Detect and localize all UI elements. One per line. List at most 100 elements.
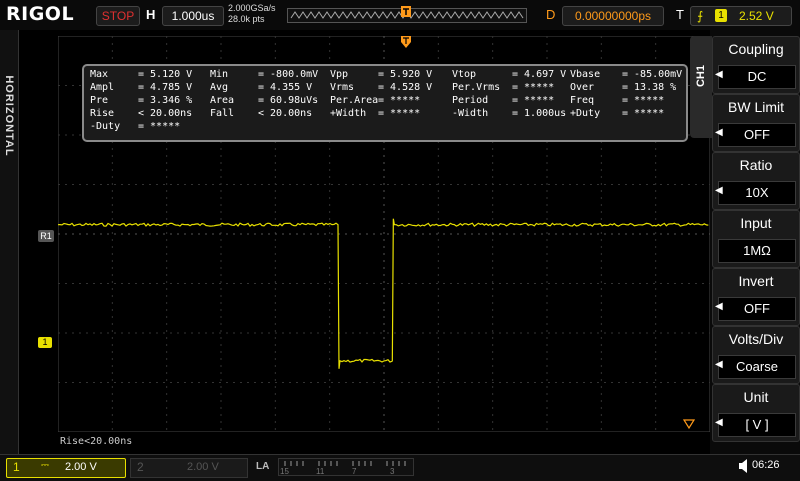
- measurement-label: +Duty: [570, 108, 601, 119]
- menu-item-value: 1MΩ: [718, 239, 796, 263]
- menu-item-input[interactable]: Input 1MΩ: [712, 210, 800, 268]
- measurement-label: Area: [210, 95, 235, 106]
- measurement-value: = 4.528 V: [378, 82, 433, 93]
- measurement-value: = *****: [512, 95, 555, 106]
- measurement-value: = -800.0mV: [258, 69, 319, 80]
- horizontal-timebase-value[interactable]: 1.000us: [162, 6, 224, 26]
- ch1-menu-tab-label: CH1: [695, 65, 707, 88]
- measurement-label: +Width: [330, 108, 367, 119]
- measurement-value: = 5.920 V: [378, 69, 433, 80]
- trigger-level: 2.52 V: [739, 9, 774, 23]
- clock: 06:26: [752, 459, 780, 471]
- trigger-settings[interactable]: ⨍ 1 2.52 V: [690, 6, 792, 26]
- ch2-scale-value: 2.00 V: [187, 461, 219, 473]
- measurement-label: Vbase: [570, 69, 601, 80]
- menu-knob-arrow-icon: ◀: [715, 301, 723, 312]
- measurement-value: < 20.00ns: [258, 108, 313, 119]
- menu-item-value: DC: [718, 65, 796, 89]
- sample-info: 2.000GSa/s 28.0k pts: [228, 3, 276, 25]
- delay-label: D: [546, 7, 556, 22]
- measurement-label: -Duty: [90, 121, 121, 132]
- la-digit: 15: [280, 467, 289, 476]
- menu-item-title: BW Limit: [728, 99, 784, 115]
- measurement-value: = *****: [622, 108, 665, 119]
- menu-knob-arrow-icon: ◀: [715, 185, 723, 196]
- run-stop-indicator[interactable]: STOP: [96, 6, 140, 26]
- menu-knob-arrow-icon: ◀: [715, 127, 723, 138]
- measurement-value: = 13.38 %: [622, 82, 677, 93]
- menu-item-title: Input: [740, 215, 772, 231]
- ch2-number: 2: [137, 460, 144, 474]
- measurement-label: Vrms: [330, 82, 355, 93]
- measurement-label: Over: [570, 82, 595, 93]
- measurement-value: = *****: [138, 121, 181, 132]
- ch1-ground-marker[interactable]: 1: [38, 337, 52, 348]
- measurement-value: = *****: [622, 95, 665, 106]
- menu-item-ratio[interactable]: Ratio 10X ◀: [712, 152, 800, 210]
- measurement-label: Per.Vrms: [452, 82, 501, 93]
- measurement-label: Avg: [210, 82, 229, 93]
- measurement-value: = 3.346 %: [138, 95, 193, 106]
- measurement-value: = 60.98uVs: [258, 95, 319, 106]
- horizontal-strip-label: HORIZONTAL: [3, 75, 15, 157]
- menu-item-unit[interactable]: Unit [ V ] ◀: [712, 384, 800, 442]
- delay-value[interactable]: 0.00000000ps: [562, 6, 664, 26]
- status-line: Rise<20.00ns: [60, 436, 133, 447]
- horizontal-menu-strip[interactable]: HORIZONTAL: [0, 30, 19, 454]
- la-digit: 7: [352, 467, 357, 476]
- memory-position-bar[interactable]: [287, 6, 527, 24]
- menu-item-value: 10X: [718, 181, 796, 205]
- ch1-number: 1: [13, 460, 20, 474]
- menu-knob-arrow-icon: ◀: [715, 69, 723, 80]
- measurement-label: Rise: [90, 108, 115, 119]
- menu-item-title: Unit: [743, 389, 769, 405]
- la-label[interactable]: LA: [256, 461, 269, 472]
- measurement-label: -Width: [452, 108, 489, 119]
- trigger-source-badge: 1: [715, 9, 727, 22]
- memory-depth: 28.0k pts: [228, 14, 265, 24]
- measurement-label: Period: [452, 95, 489, 106]
- horizontal-label: H: [146, 7, 156, 22]
- measurement-value: = 1.000us: [512, 108, 567, 119]
- sample-rate: 2.000GSa/s: [228, 3, 276, 13]
- measurement-label: Ampl: [90, 82, 115, 93]
- menu-knob-arrow-icon: ◀: [715, 359, 723, 370]
- measurement-label: Fall: [210, 108, 235, 119]
- menu-item-coupling[interactable]: Coupling DC ◀: [712, 36, 800, 94]
- measurement-value: = *****: [378, 95, 421, 106]
- ch1-scale-value: 2.00 V: [65, 461, 97, 473]
- menu-item-invert[interactable]: Invert OFF ◀: [712, 268, 800, 326]
- measurement-label: Pre: [90, 95, 109, 106]
- measurement-panel: Max = 5.120 V Min = -800.0mV Vpp = 5.920 V Vto…: [82, 64, 688, 142]
- measurement-label: Vpp: [330, 69, 349, 80]
- menu-item-volts-div[interactable]: Volts/Div Coarse ◀: [712, 326, 800, 384]
- menu-item-title: Coupling: [728, 41, 784, 57]
- menu-item-title: Ratio: [739, 157, 773, 173]
- la-channel-bar[interactable]: 15 11 7 3: [278, 458, 414, 476]
- trigger-label: T: [676, 7, 684, 22]
- measurement-value: = 5.120 V: [138, 69, 193, 80]
- ref-r1-marker[interactable]: R1: [38, 230, 54, 242]
- menu-item-value: OFF: [718, 297, 796, 321]
- measurement-value: = -85.00mV: [622, 69, 683, 80]
- la-digit: 3: [390, 467, 395, 476]
- measurement-label: Per.Area: [330, 95, 379, 106]
- rising-edge-icon: ⨍: [697, 9, 704, 23]
- ch2-scale-button[interactable]: 2 2.00 V: [130, 458, 248, 478]
- dc-coupling-icon: ⎓: [41, 460, 49, 471]
- measurement-value: = *****: [378, 108, 421, 119]
- measurement-value: = 4.697 V: [512, 69, 567, 80]
- measurement-label: Max: [90, 69, 109, 80]
- menu-item-title: Invert: [738, 273, 774, 289]
- menu-item-bw-limit[interactable]: BW Limit OFF ◀: [712, 94, 800, 152]
- ch1-scale-button[interactable]: 1 ⎓ 2.00 V: [6, 458, 126, 478]
- trigger-position-icon: [401, 6, 411, 17]
- measurement-value: < 20.00ns: [138, 108, 193, 119]
- menu-item-value: [ V ]: [718, 413, 796, 437]
- speaker-icon[interactable]: [738, 458, 750, 474]
- menu-item-title: Volts/Div: [728, 331, 784, 347]
- rigol-logo: RIGOL: [6, 3, 75, 25]
- menu-knob-arrow-icon: ◀: [715, 417, 723, 428]
- measurement-label: Vtop: [452, 69, 477, 80]
- measurement-value: = *****: [512, 82, 555, 93]
